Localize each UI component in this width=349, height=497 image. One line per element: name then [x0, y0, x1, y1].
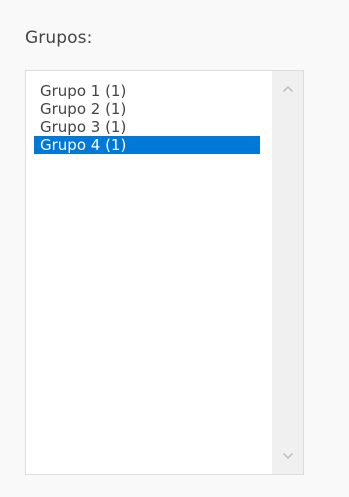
- group-option-2[interactable]: Grupo 2 (1): [34, 100, 260, 118]
- scroll-up-button[interactable]: [272, 79, 303, 99]
- group-option-4[interactable]: Grupo 4 (1): [34, 136, 260, 154]
- groups-options: Grupo 1 (1) Grupo 2 (1) Grupo 3 (1) Grup…: [34, 82, 260, 154]
- group-option-1[interactable]: Grupo 1 (1): [34, 82, 260, 100]
- listbox-scrollbar[interactable]: [272, 71, 303, 474]
- chevron-down-icon: [282, 453, 293, 459]
- scroll-down-button[interactable]: [272, 446, 303, 466]
- groups-label: Grupos:: [25, 28, 93, 48]
- chevron-up-icon: [282, 86, 293, 92]
- group-option-3[interactable]: Grupo 3 (1): [34, 118, 260, 136]
- groups-listbox[interactable]: Grupo 1 (1) Grupo 2 (1) Grupo 3 (1) Grup…: [25, 70, 304, 475]
